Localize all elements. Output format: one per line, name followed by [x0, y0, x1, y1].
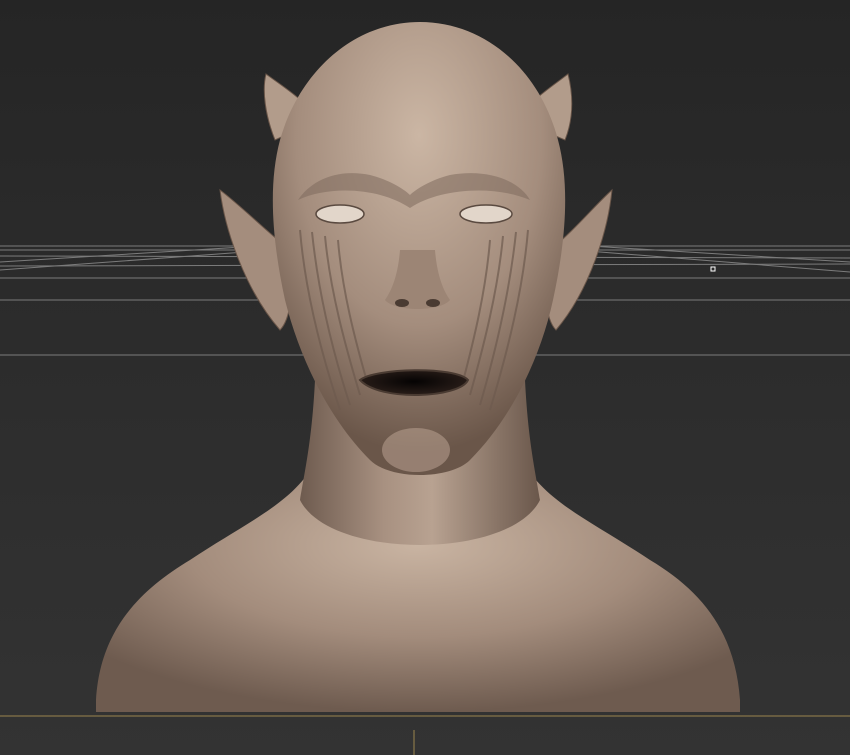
chin	[382, 428, 450, 472]
right-nostril	[426, 299, 440, 307]
left-eye	[315, 204, 365, 224]
viewport-canvas[interactable]	[0, 0, 850, 755]
3d-viewport[interactable]	[0, 0, 850, 755]
world-axis	[0, 715, 850, 755]
sculpt-head-mesh[interactable]	[96, 22, 740, 712]
left-nostril	[395, 299, 409, 307]
right-eye	[459, 204, 513, 224]
vertex-marker[interactable]	[710, 266, 716, 272]
